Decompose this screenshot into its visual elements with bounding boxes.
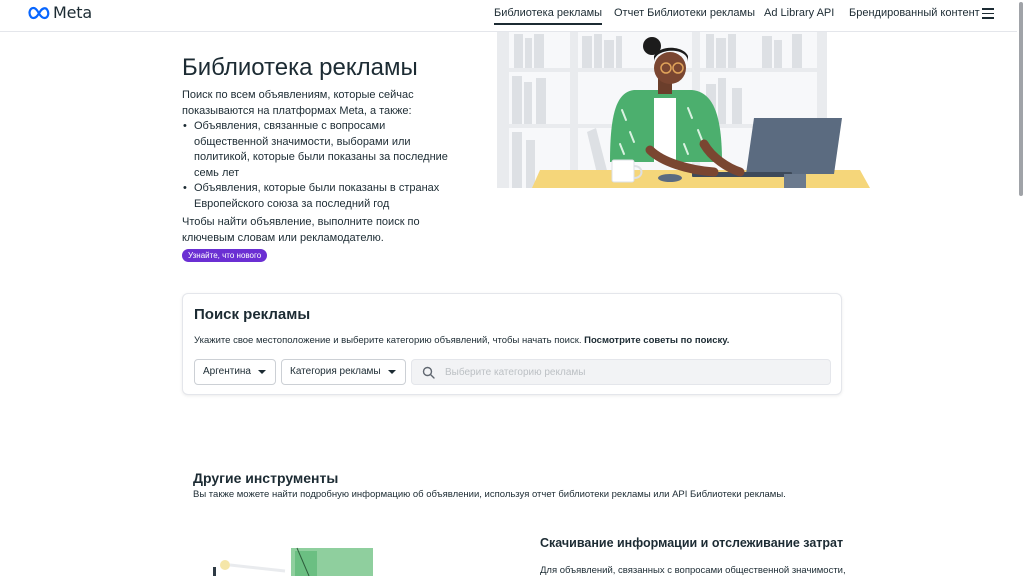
ad-category-select[interactable]: Категория рекламы <box>281 359 406 385</box>
hero-bullet-item: Объявления, связанные с вопросами общест… <box>182 119 452 181</box>
search-instructions: Укажите свое местоположение и выберите к… <box>194 335 582 346</box>
brand-name: Meta <box>53 3 92 22</box>
hero-bullet-item: Объявления, которые были показаны в стра… <box>182 181 452 212</box>
nav-branded-content[interactable]: Брендированный контент <box>849 7 980 19</box>
meta-infinity-icon <box>28 6 50 19</box>
search-icon <box>422 366 435 379</box>
top-navigation-bar: Meta Библиотека рекламы Отчет Библиотеки… <box>0 0 1024 32</box>
scrollbar-thumb[interactable] <box>1019 2 1023 196</box>
hero-find-text: Чтобы найти объявление, выполните поиск … <box>182 216 420 244</box>
nav-ad-library-report[interactable]: Отчет Библиотеки рекламы <box>614 7 755 19</box>
hero-intro-text: Поиск по всем объявлениям, которые сейча… <box>182 89 414 117</box>
country-select-value: Аргентина <box>203 366 251 377</box>
woman-at-laptop-illustration <box>497 32 870 188</box>
other-tools-title: Другие инструменты <box>193 470 339 486</box>
nav-ad-library[interactable]: Библиотека рекламы <box>494 7 603 25</box>
search-field[interactable] <box>411 359 831 385</box>
download-section-description: Для объявлений, связанных с вопросами об… <box>540 565 846 576</box>
caret-down-icon <box>388 370 396 374</box>
page-title: Библиотека рекламы <box>182 54 418 81</box>
ad-search-card: Поиск рекламы Укажите свое местоположени… <box>182 293 842 395</box>
country-select[interactable]: Аргентина <box>194 359 276 385</box>
ad-category-select-value: Категория рекламы <box>290 366 381 377</box>
hamburger-menu-icon[interactable] <box>982 8 994 19</box>
search-card-description: Укажите свое местоположение и выберите к… <box>194 335 729 346</box>
report-illustration <box>213 547 373 576</box>
meta-logo[interactable]: Meta <box>28 3 92 22</box>
caret-down-icon <box>258 370 266 374</box>
nav-ad-library-api[interactable]: Ad Library API <box>764 7 834 19</box>
search-tips-link[interactable]: Посмотрите советы по поиску. <box>584 335 729 346</box>
whats-new-badge[interactable]: Узнайте, что нового <box>182 249 268 262</box>
download-section-title: Скачивание информации и отслеживание зат… <box>540 536 844 550</box>
hero-bullet-list: Объявления, связанные с вопросами общест… <box>182 119 452 212</box>
other-tools-description: Вы также можете найти подробную информац… <box>193 489 786 500</box>
search-input[interactable] <box>445 364 815 380</box>
search-card-title: Поиск рекламы <box>194 306 311 323</box>
